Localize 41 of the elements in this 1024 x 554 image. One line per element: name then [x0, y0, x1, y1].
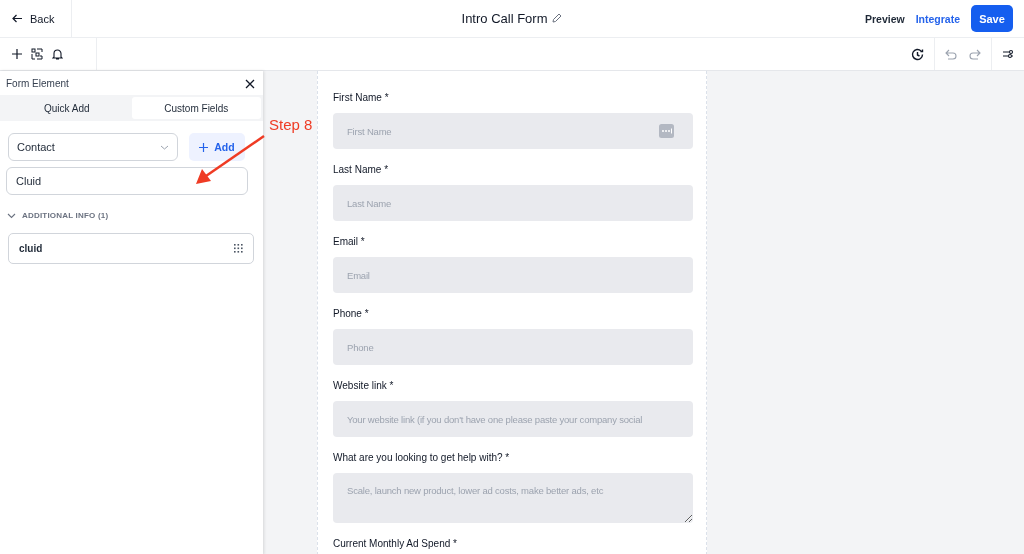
add-button[interactable]: Add: [189, 133, 245, 161]
object-dropdown[interactable]: Contact: [8, 133, 178, 161]
input-field[interactable]: Phone: [333, 329, 693, 365]
field-label: What are you looking to get help with? *: [333, 452, 511, 465]
section-header[interactable]: ADDITIONAL INFO (1): [0, 195, 263, 220]
input-field[interactable]: Your website link (if you don't have one please paste your company social: [333, 401, 693, 437]
autofill-icon: [659, 124, 674, 138]
panel-title: Form Element: [6, 78, 69, 89]
custom-field-item[interactable]: cluid: [8, 233, 254, 264]
annotation-arrow: [194, 134, 266, 186]
field-label: Last Name *: [333, 164, 390, 177]
input-field[interactable]: Email: [333, 257, 693, 293]
pencil-icon: [551, 13, 563, 24]
add-icon[interactable]: [12, 49, 22, 59]
input-field[interactable]: First Name: [333, 113, 693, 149]
close-icon[interactable]: [245, 78, 255, 89]
annotation-label: Step 8: [269, 116, 313, 133]
plus-icon: [199, 142, 209, 152]
field-label: Current Monthly Ad Spend *: [333, 538, 458, 551]
integrate-link[interactable]: Integrate: [915, 12, 960, 25]
text-area[interactable]: Scale, launch new product, lower ad costs, make better ads, etc: [333, 473, 693, 523]
field-label: Email *: [333, 236, 366, 249]
grid-dots-icon: [234, 244, 243, 253]
form-title: Intro Call Form: [461, 11, 548, 26]
field-label: First Name *: [333, 92, 390, 105]
sliders-icon[interactable]: [1002, 49, 1014, 59]
panel-tab[interactable]: Custom Fields: [131, 97, 261, 119]
arrow-left-icon: [12, 14, 23, 23]
chevron-icon: [7, 212, 16, 219]
chevron-down-icon: [160, 144, 169, 150]
back-button[interactable]: Back: [0, 0, 72, 37]
panel-tab[interactable]: Quick Add: [2, 97, 132, 119]
input-field[interactable]: Last Name: [333, 185, 693, 221]
bell-icon[interactable]: [52, 48, 63, 60]
preview-link[interactable]: Preview: [864, 12, 905, 25]
field-label: Website link *: [333, 380, 395, 393]
search-field[interactable]: Cluid: [6, 167, 248, 195]
history-icon[interactable]: [911, 47, 924, 61]
layout-icon[interactable]: [31, 48, 43, 60]
field-label: Phone *: [333, 308, 370, 321]
save-button[interactable]: Save: [971, 5, 1013, 32]
